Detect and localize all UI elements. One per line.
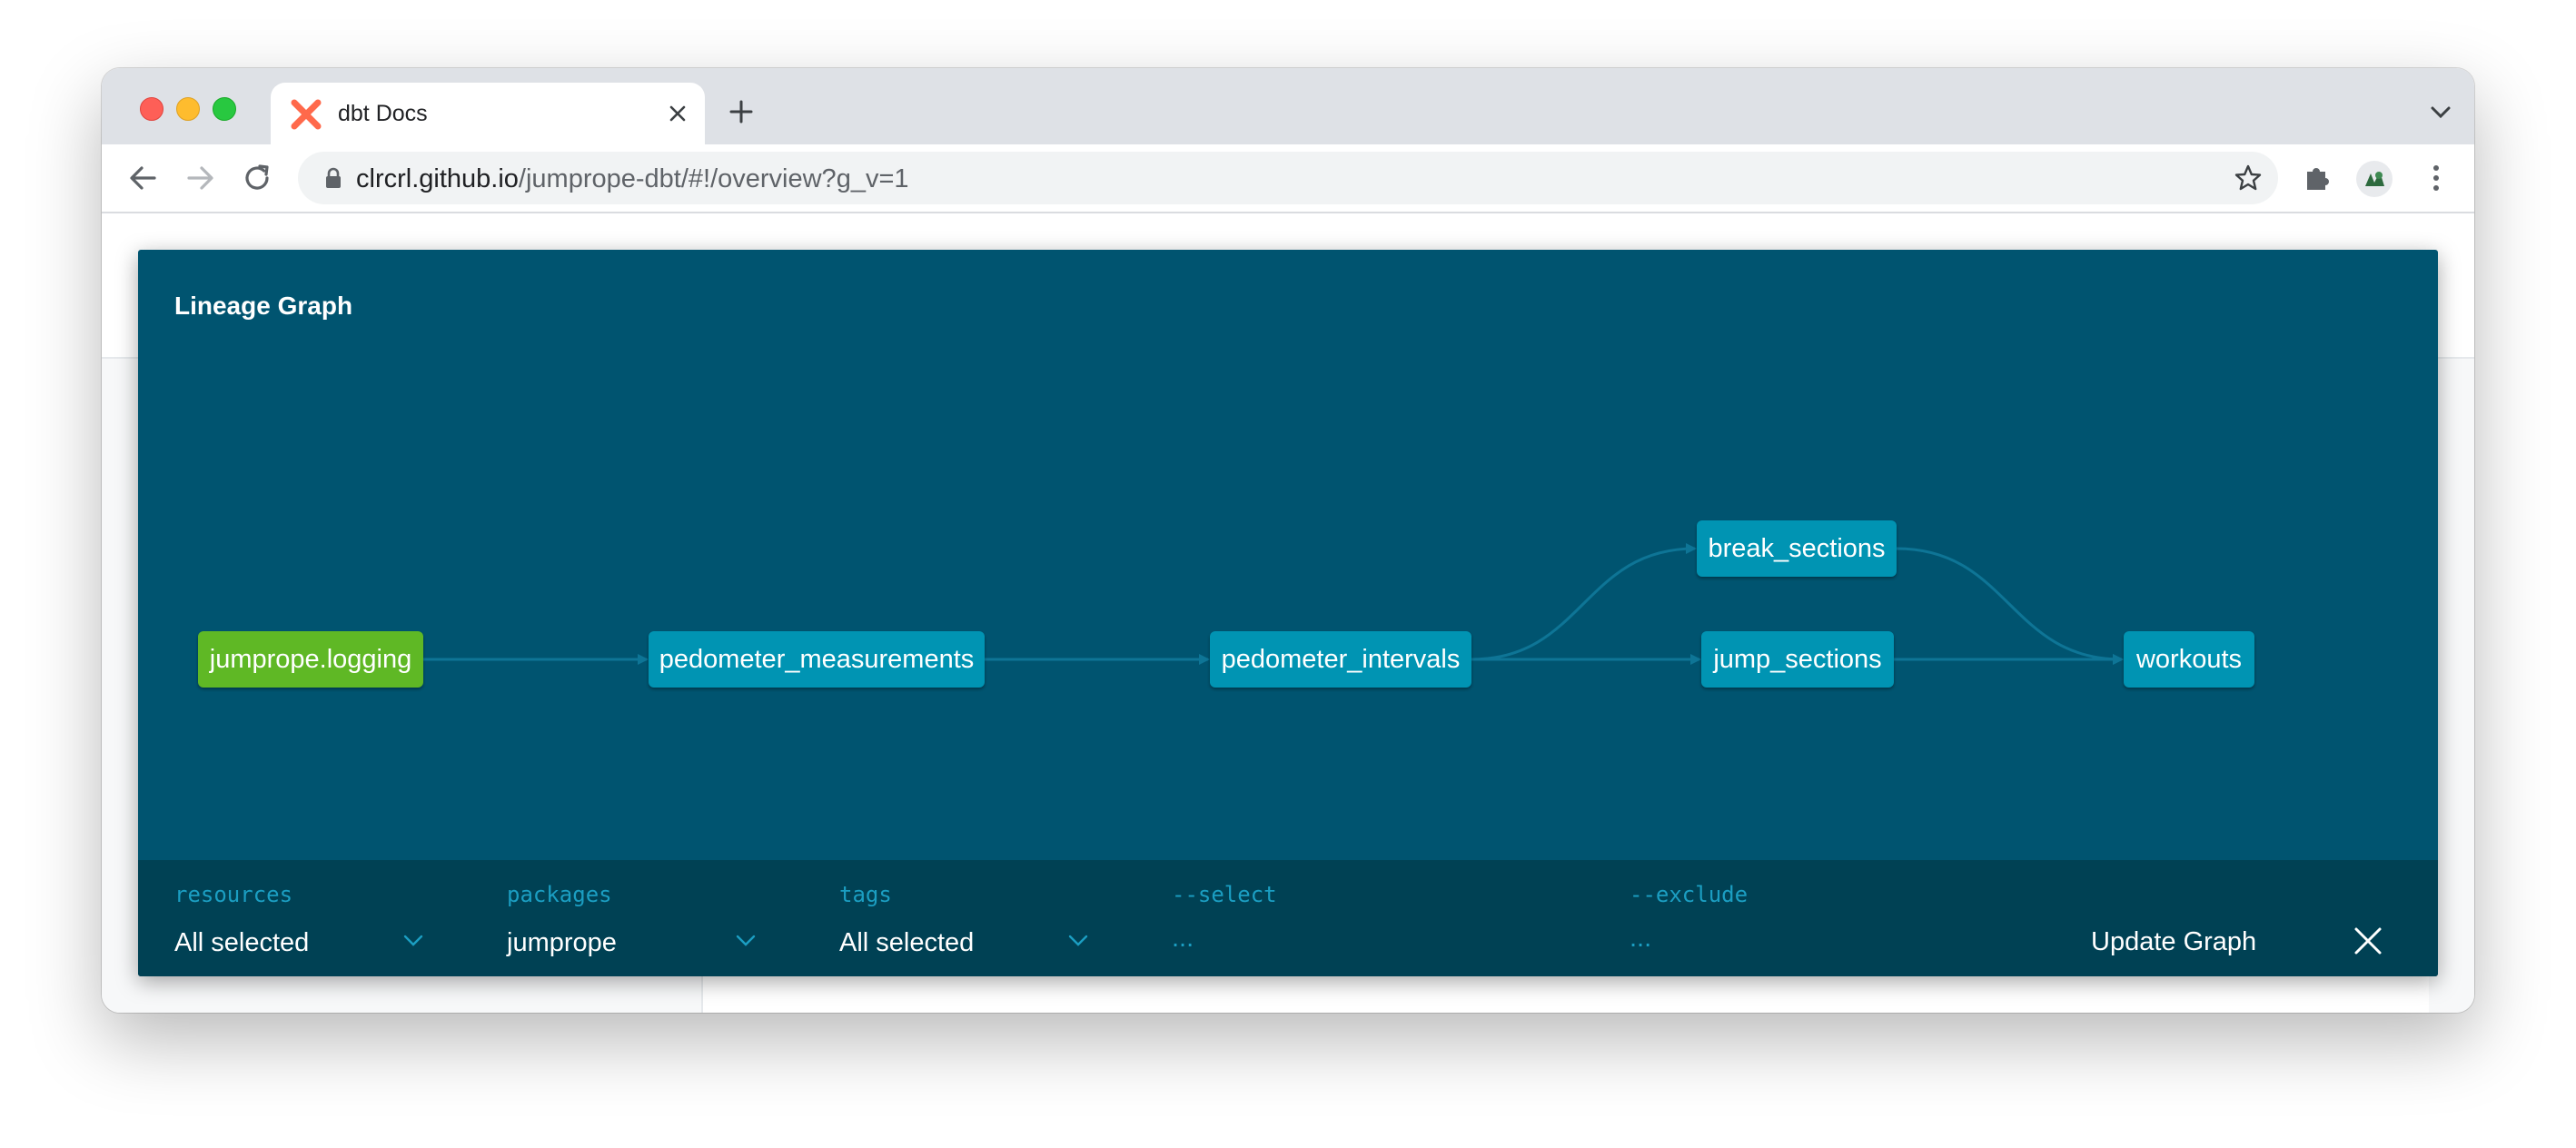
- arrow-right-icon[interactable]: [185, 163, 216, 193]
- chevron-down-icon[interactable]: [403, 935, 423, 947]
- lineage-graph-modal: jumprope.logging pedometer_measurements pe…: [138, 250, 2438, 976]
- resources-select[interactable]: All selected: [174, 928, 309, 958]
- tab-dbt-docs[interactable]: dbt Docs: [271, 83, 705, 144]
- star-icon[interactable]: [2234, 164, 2262, 192]
- avatar-image: [2365, 172, 2384, 186]
- graph-controls: resources All selected packages jumprope…: [138, 860, 2438, 976]
- browser-toolbar: clrcrl.github.io/jumprope-dbt/#!/overvie…: [102, 144, 2474, 213]
- lineage-graph[interactable]: jumprope.logging pedometer_measurements pe…: [138, 250, 2438, 860]
- tab-strip: dbt Docs: [102, 68, 2474, 144]
- graph-node-break-sections[interactable]: break_sections: [1697, 520, 1897, 577]
- packages-label: packages: [507, 882, 612, 907]
- url-text: clrcrl.github.io/jumprope-dbt/#!/overvie…: [356, 164, 909, 194]
- kebab-icon[interactable]: [2427, 163, 2445, 193]
- select-input[interactable]: ...: [1172, 924, 1194, 954]
- avatar[interactable]: [2356, 161, 2393, 197]
- close-tab-icon[interactable]: [669, 104, 687, 123]
- tags-select[interactable]: All selected: [839, 928, 974, 958]
- graph-node-workouts[interactable]: workouts: [2124, 631, 2254, 688]
- update-graph-button[interactable]: Update Graph: [2091, 927, 2256, 957]
- new-tab-icon[interactable]: [728, 99, 754, 124]
- lock-icon: [326, 167, 341, 188]
- exclude-label: --exclude: [1630, 882, 1749, 907]
- packages-select[interactable]: jumprope: [507, 928, 617, 958]
- url-host: clrcrl.github.io: [356, 164, 519, 193]
- graph-node-jumprope-logging[interactable]: jumprope.logging: [198, 631, 423, 688]
- exclude-input[interactable]: ...: [1630, 924, 1651, 954]
- modal-title: Lineage Graph: [174, 292, 353, 320]
- close-icon[interactable]: [2353, 925, 2383, 956]
- graph-node-pedometer-measurements[interactable]: pedometer_measurements: [649, 631, 985, 688]
- chevron-down-icon[interactable]: [1068, 935, 1088, 947]
- reload-icon[interactable]: [242, 163, 272, 193]
- url-path: /jumprope-dbt/#!/overview?g_v=1: [518, 164, 909, 193]
- close-window-button[interactable]: [140, 97, 163, 121]
- address-bar[interactable]: clrcrl.github.io/jumprope-dbt/#!/overvie…: [298, 152, 2278, 204]
- graph-node-jump-sections[interactable]: jump_sections: [1701, 631, 1894, 688]
- chevron-down-icon[interactable]: [2431, 106, 2451, 119]
- graph-edge: [1471, 543, 1697, 661]
- minimize-window-button[interactable]: [176, 97, 200, 121]
- resources-label: resources: [174, 882, 293, 907]
- graph-edges: [422, 543, 2124, 665]
- select-label: --select: [1172, 882, 1277, 907]
- chevron-down-icon[interactable]: [736, 935, 756, 947]
- puzzle-icon[interactable]: [2302, 163, 2333, 193]
- tags-label: tags: [839, 882, 892, 907]
- graph-node-pedometer-intervals[interactable]: pedometer_intervals: [1210, 631, 1471, 688]
- maximize-window-button[interactable]: [213, 97, 236, 121]
- graph-edge: [1896, 547, 2124, 665]
- tab-title: dbt Docs: [338, 101, 428, 126]
- arrow-left-icon[interactable]: [127, 163, 158, 193]
- dbt-logo-icon: [291, 99, 322, 130]
